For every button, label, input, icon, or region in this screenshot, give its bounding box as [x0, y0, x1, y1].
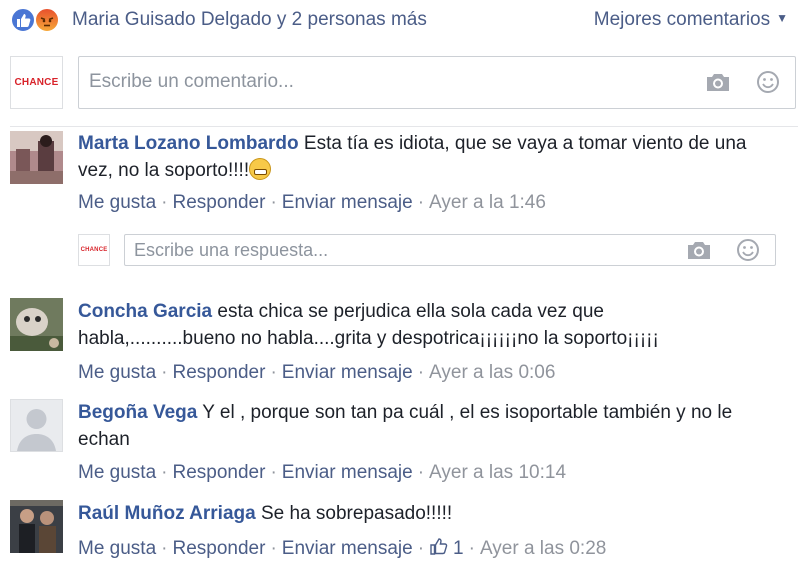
- comment-body: Raúl Muñoz Arriaga Se ha sobrepasado!!!!…: [78, 500, 778, 527]
- comment-input[interactable]: Escribe un comentario...: [78, 56, 796, 109]
- caret-down-icon: ▼: [776, 11, 788, 25]
- comment-input-placeholder: Escribe un comentario...: [89, 71, 294, 92]
- angry-icon: [34, 7, 60, 33]
- separator: ·: [161, 538, 168, 559]
- comment-body: Concha Garcia esta chica se perjudica el…: [78, 298, 698, 352]
- like-icon: [10, 7, 36, 33]
- comment-timestamp[interactable]: Ayer a las 10:14: [429, 462, 566, 483]
- comment-body: Begoña Vega Y el , porque son tan pa cuá…: [78, 399, 768, 453]
- sort-label: Mejores comentarios: [593, 9, 771, 30]
- separator: ·: [417, 362, 425, 383]
- reply-link[interactable]: Responder: [172, 362, 265, 383]
- avatar[interactable]: [10, 500, 63, 553]
- page-avatar-text: CHANCE: [14, 77, 59, 88]
- comment-actions: Me gusta · Responder · Enviar mensaje · 1 · Ayer…: [78, 536, 606, 562]
- comment-timestamp[interactable]: Ayer a las 0:28: [480, 538, 606, 559]
- separator: ·: [161, 362, 168, 383]
- grimacing-emoji-icon: [249, 158, 272, 180]
- comment-actions: Me gusta · Responder · Enviar mensaje · Ayer a…: [78, 462, 566, 484]
- send-message-link[interactable]: Enviar mensaje: [282, 462, 413, 483]
- send-message-link[interactable]: Enviar mensaje: [282, 362, 413, 383]
- comment-timestamp[interactable]: Ayer a las 0:06: [429, 362, 555, 383]
- comment-body: Marta Lozano Lombardo Esta tía es idiota…: [78, 130, 778, 184]
- comment-actions: Me gusta · Responder · Enviar mensaje · Ayer a…: [78, 362, 555, 384]
- camera-icon[interactable]: [686, 239, 712, 266]
- comment-author-link[interactable]: Marta Lozano Lombardo: [78, 133, 299, 154]
- reply-input-placeholder: Escribe una respuesta...: [134, 240, 329, 260]
- reply-link[interactable]: Responder: [172, 192, 265, 213]
- avatar[interactable]: [10, 399, 63, 452]
- separator: ·: [417, 538, 425, 559]
- comment-text: Se ha sobrepasado!!!!!: [260, 503, 453, 524]
- separator: ·: [468, 538, 475, 559]
- avatar[interactable]: [10, 298, 63, 351]
- thumbs-up-icon: [429, 536, 449, 562]
- comment-timestamp[interactable]: Ayer a la 1:46: [429, 192, 546, 213]
- separator: ·: [161, 192, 168, 213]
- like-count-text: 1: [453, 538, 464, 559]
- send-message-link[interactable]: Enviar mensaje: [282, 538, 413, 559]
- sort-dropdown[interactable]: Mejores comentarios ▼: [594, 9, 788, 31]
- like-comment-link[interactable]: Me gusta: [78, 538, 156, 559]
- comment-author-link[interactable]: Concha Garcia: [78, 301, 212, 322]
- avatar[interactable]: [10, 131, 63, 184]
- comment-actions: Me gusta · Responder · Enviar mensaje · Ayer a…: [78, 192, 546, 214]
- emoji-icon[interactable]: [736, 238, 760, 267]
- reactions-summary-link[interactable]: Maria Guisado Delgado y 2 personas más: [72, 9, 427, 31]
- separator: ·: [161, 462, 168, 483]
- divider: [10, 126, 798, 127]
- comment-author-link[interactable]: Begoña Vega: [78, 402, 197, 423]
- emoji-icon[interactable]: [756, 70, 780, 99]
- separator: ·: [270, 462, 277, 483]
- reply-link[interactable]: Responder: [172, 538, 265, 559]
- like-comment-link[interactable]: Me gusta: [78, 362, 156, 383]
- separator: ·: [270, 538, 277, 559]
- separator: ·: [270, 192, 277, 213]
- comment-author-link[interactable]: Raúl Muñoz Arriaga: [78, 503, 256, 524]
- separator: ·: [417, 192, 425, 213]
- separator: ·: [417, 462, 425, 483]
- reaction-icons[interactable]: [10, 7, 66, 33]
- like-comment-link[interactable]: Me gusta: [78, 192, 156, 213]
- reply-link[interactable]: Responder: [172, 462, 265, 483]
- reactions-bar: Maria Guisado Delgado y 2 personas más M…: [0, 0, 800, 40]
- page-avatar: CHANCE: [10, 56, 63, 109]
- separator: ·: [270, 362, 277, 383]
- reply-page-avatar-text: CHANCE: [80, 247, 108, 253]
- camera-icon[interactable]: [705, 71, 731, 98]
- reply-page-avatar: CHANCE: [78, 234, 110, 266]
- comment-like-count[interactable]: 1: [429, 538, 464, 559]
- send-message-link[interactable]: Enviar mensaje: [282, 192, 413, 213]
- reply-input[interactable]: Escribe una respuesta...: [124, 234, 776, 266]
- like-comment-link[interactable]: Me gusta: [78, 462, 156, 483]
